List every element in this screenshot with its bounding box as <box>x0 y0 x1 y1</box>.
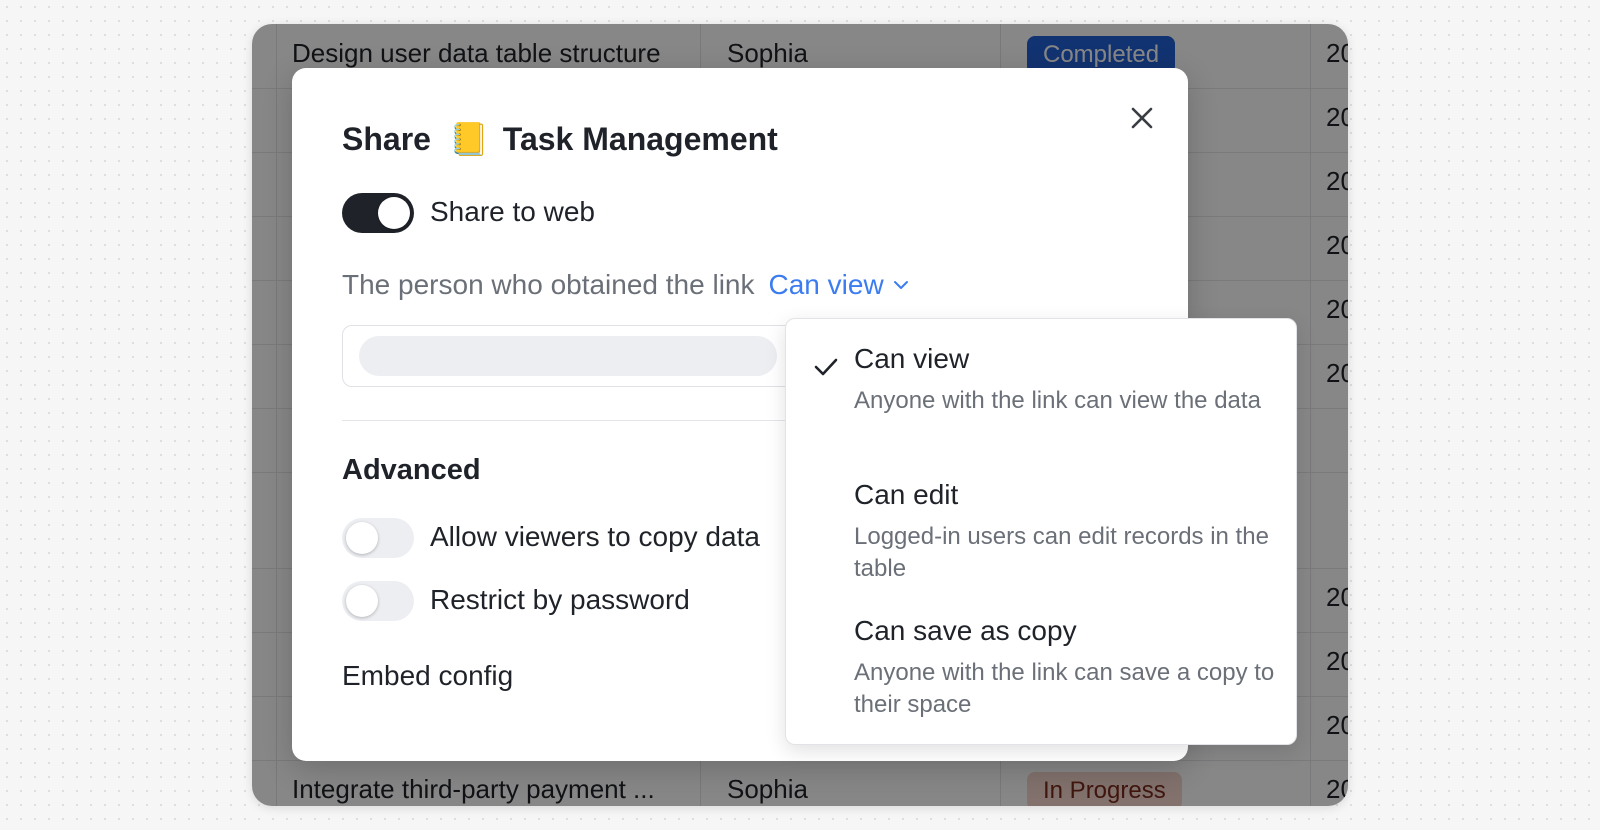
chevron-down-icon <box>893 281 908 289</box>
share-to-web-toggle[interactable] <box>342 193 414 233</box>
toggle-knob <box>346 522 378 554</box>
link-permission-row: The person who obtained the link Can vie… <box>342 269 910 301</box>
embed-config-link[interactable]: Embed config <box>342 660 513 692</box>
title-prefix: Share <box>342 120 431 157</box>
restrict-password-label: Restrict by password <box>430 584 690 615</box>
datasheet-name: Task Management <box>502 120 778 157</box>
option-description: Logged-in users can edit records in the … <box>854 523 1269 582</box>
permission-option-can-edit[interactable]: Can edit Logged-in users can edit record… <box>786 479 1296 591</box>
toggle-knob <box>346 585 378 617</box>
permission-option-can-save-as-copy[interactable]: Can save as copy Anyone with the link ca… <box>786 615 1296 727</box>
permission-menu: Can view Anyone with the link can view t… <box>785 318 1297 745</box>
restrict-password-toggle[interactable] <box>342 581 414 621</box>
close-icon <box>1131 107 1153 129</box>
close-button[interactable] <box>1126 102 1158 134</box>
permission-option-can-view[interactable]: Can view Anyone with the link can view t… <box>786 343 1296 455</box>
share-link-field[interactable] <box>342 325 804 387</box>
option-description: Anyone with the link can save a copy to … <box>854 659 1275 718</box>
option-title: Can save as copy <box>854 615 1077 646</box>
advanced-heading: Advanced <box>342 454 481 486</box>
permission-value: Can view <box>768 269 884 300</box>
permission-dropdown-trigger[interactable]: Can view <box>769 269 910 301</box>
link-permission-prefix: The person who obtained the link <box>342 269 755 300</box>
allow-copy-toggle[interactable] <box>342 518 414 558</box>
link-placeholder-skeleton <box>359 336 777 376</box>
option-description: Anyone with the link can view the data <box>854 387 1261 414</box>
option-title: Can view <box>854 343 970 374</box>
option-title: Can edit <box>854 479 959 510</box>
allow-copy-label: Allow viewers to copy data <box>430 521 760 552</box>
share-to-web-label: Share to web <box>430 196 595 227</box>
dialog-title: Share 📒 Task Management <box>342 120 778 158</box>
notebook-icon: 📒 <box>448 121 489 157</box>
check-icon <box>814 358 838 376</box>
toggle-knob <box>378 197 410 229</box>
